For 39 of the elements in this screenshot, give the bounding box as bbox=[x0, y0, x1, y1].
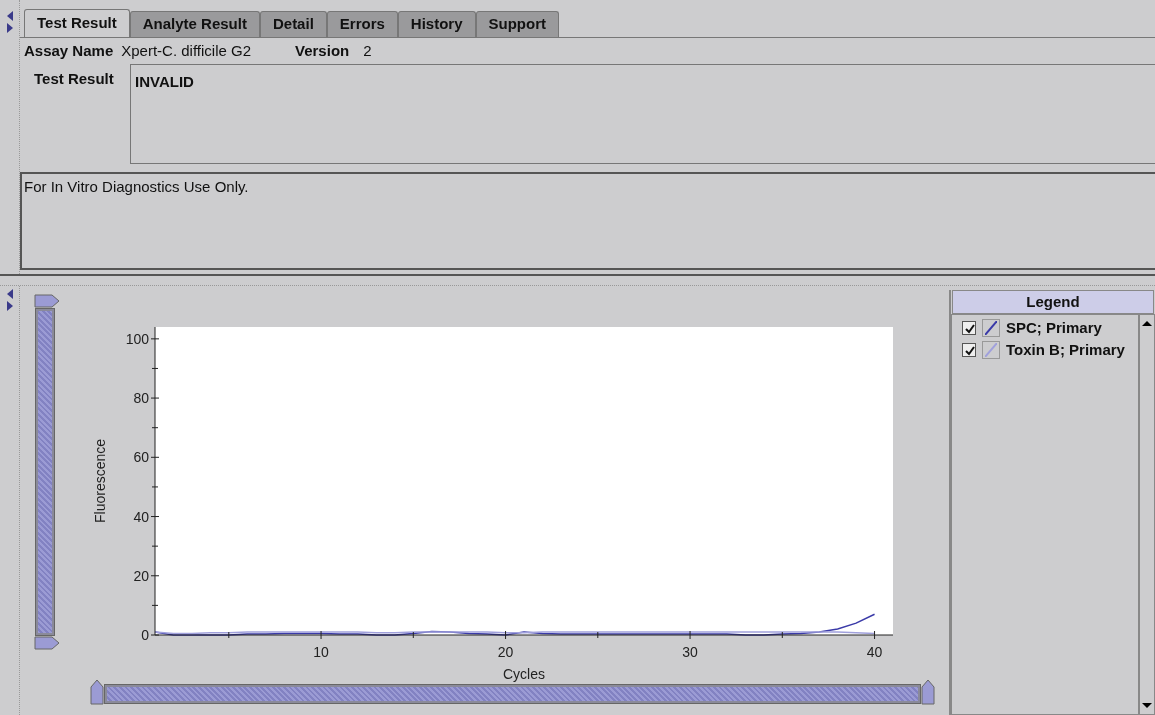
legend-checkbox[interactable] bbox=[962, 343, 976, 357]
tab[interactable]: Support bbox=[475, 11, 560, 37]
x-axis-title: Cycles bbox=[503, 666, 545, 682]
field-label: Test Result bbox=[33, 69, 115, 89]
y-tick-label: 20 bbox=[133, 567, 149, 584]
result-box: INVALID bbox=[130, 64, 1155, 164]
tab[interactable]: Detail bbox=[259, 11, 327, 37]
field-label: Version bbox=[295, 40, 350, 61]
tab[interactable]: Analyte Result bbox=[129, 11, 260, 37]
slider-thumb-icon[interactable] bbox=[921, 679, 935, 705]
slider-thumb-icon[interactable] bbox=[90, 679, 104, 705]
x-tick-label: 20 bbox=[497, 644, 514, 660]
y-tick-label: 40 bbox=[133, 508, 149, 525]
slider-thumb-icon[interactable] bbox=[34, 636, 60, 650]
notice-box: For In Vitro Diagnostics Use Only. bbox=[20, 172, 1155, 270]
scrollbar[interactable] bbox=[1139, 314, 1155, 715]
y-tick-label: 60 bbox=[133, 449, 149, 466]
legend-label: Toxin B; Primary bbox=[1006, 339, 1125, 360]
y-axis-title: Fluorescence bbox=[92, 439, 108, 523]
x-tick-label: 40 bbox=[866, 644, 883, 660]
field-value: 2 bbox=[363, 40, 372, 61]
y-tick-label: 80 bbox=[133, 390, 149, 407]
splitter-arrows-icon[interactable] bbox=[5, 10, 14, 34]
legend-label: SPC; Primary bbox=[1006, 317, 1102, 338]
tab[interactable]: History bbox=[397, 11, 476, 37]
field-label: Assay Name bbox=[24, 40, 114, 61]
scroll-up-icon[interactable] bbox=[1142, 321, 1152, 326]
slider-thumb-icon[interactable] bbox=[34, 294, 60, 308]
x-tick-label: 30 bbox=[682, 644, 698, 660]
y-tick-label: 0 bbox=[141, 627, 149, 643]
tab[interactable]: Errors bbox=[326, 11, 398, 37]
scroll-down-icon[interactable] bbox=[1142, 703, 1152, 708]
splitter-arrows-icon[interactable] bbox=[5, 288, 14, 312]
x-tick-label: 10 bbox=[313, 644, 329, 660]
legend-header: Legend bbox=[952, 290, 1154, 314]
y-tick-label: 100 bbox=[125, 330, 149, 347]
legend-checkbox[interactable] bbox=[962, 321, 976, 335]
field-value: Xpert-C. difficile G2 bbox=[121, 40, 251, 61]
tab[interactable]: Test Result bbox=[24, 9, 130, 37]
